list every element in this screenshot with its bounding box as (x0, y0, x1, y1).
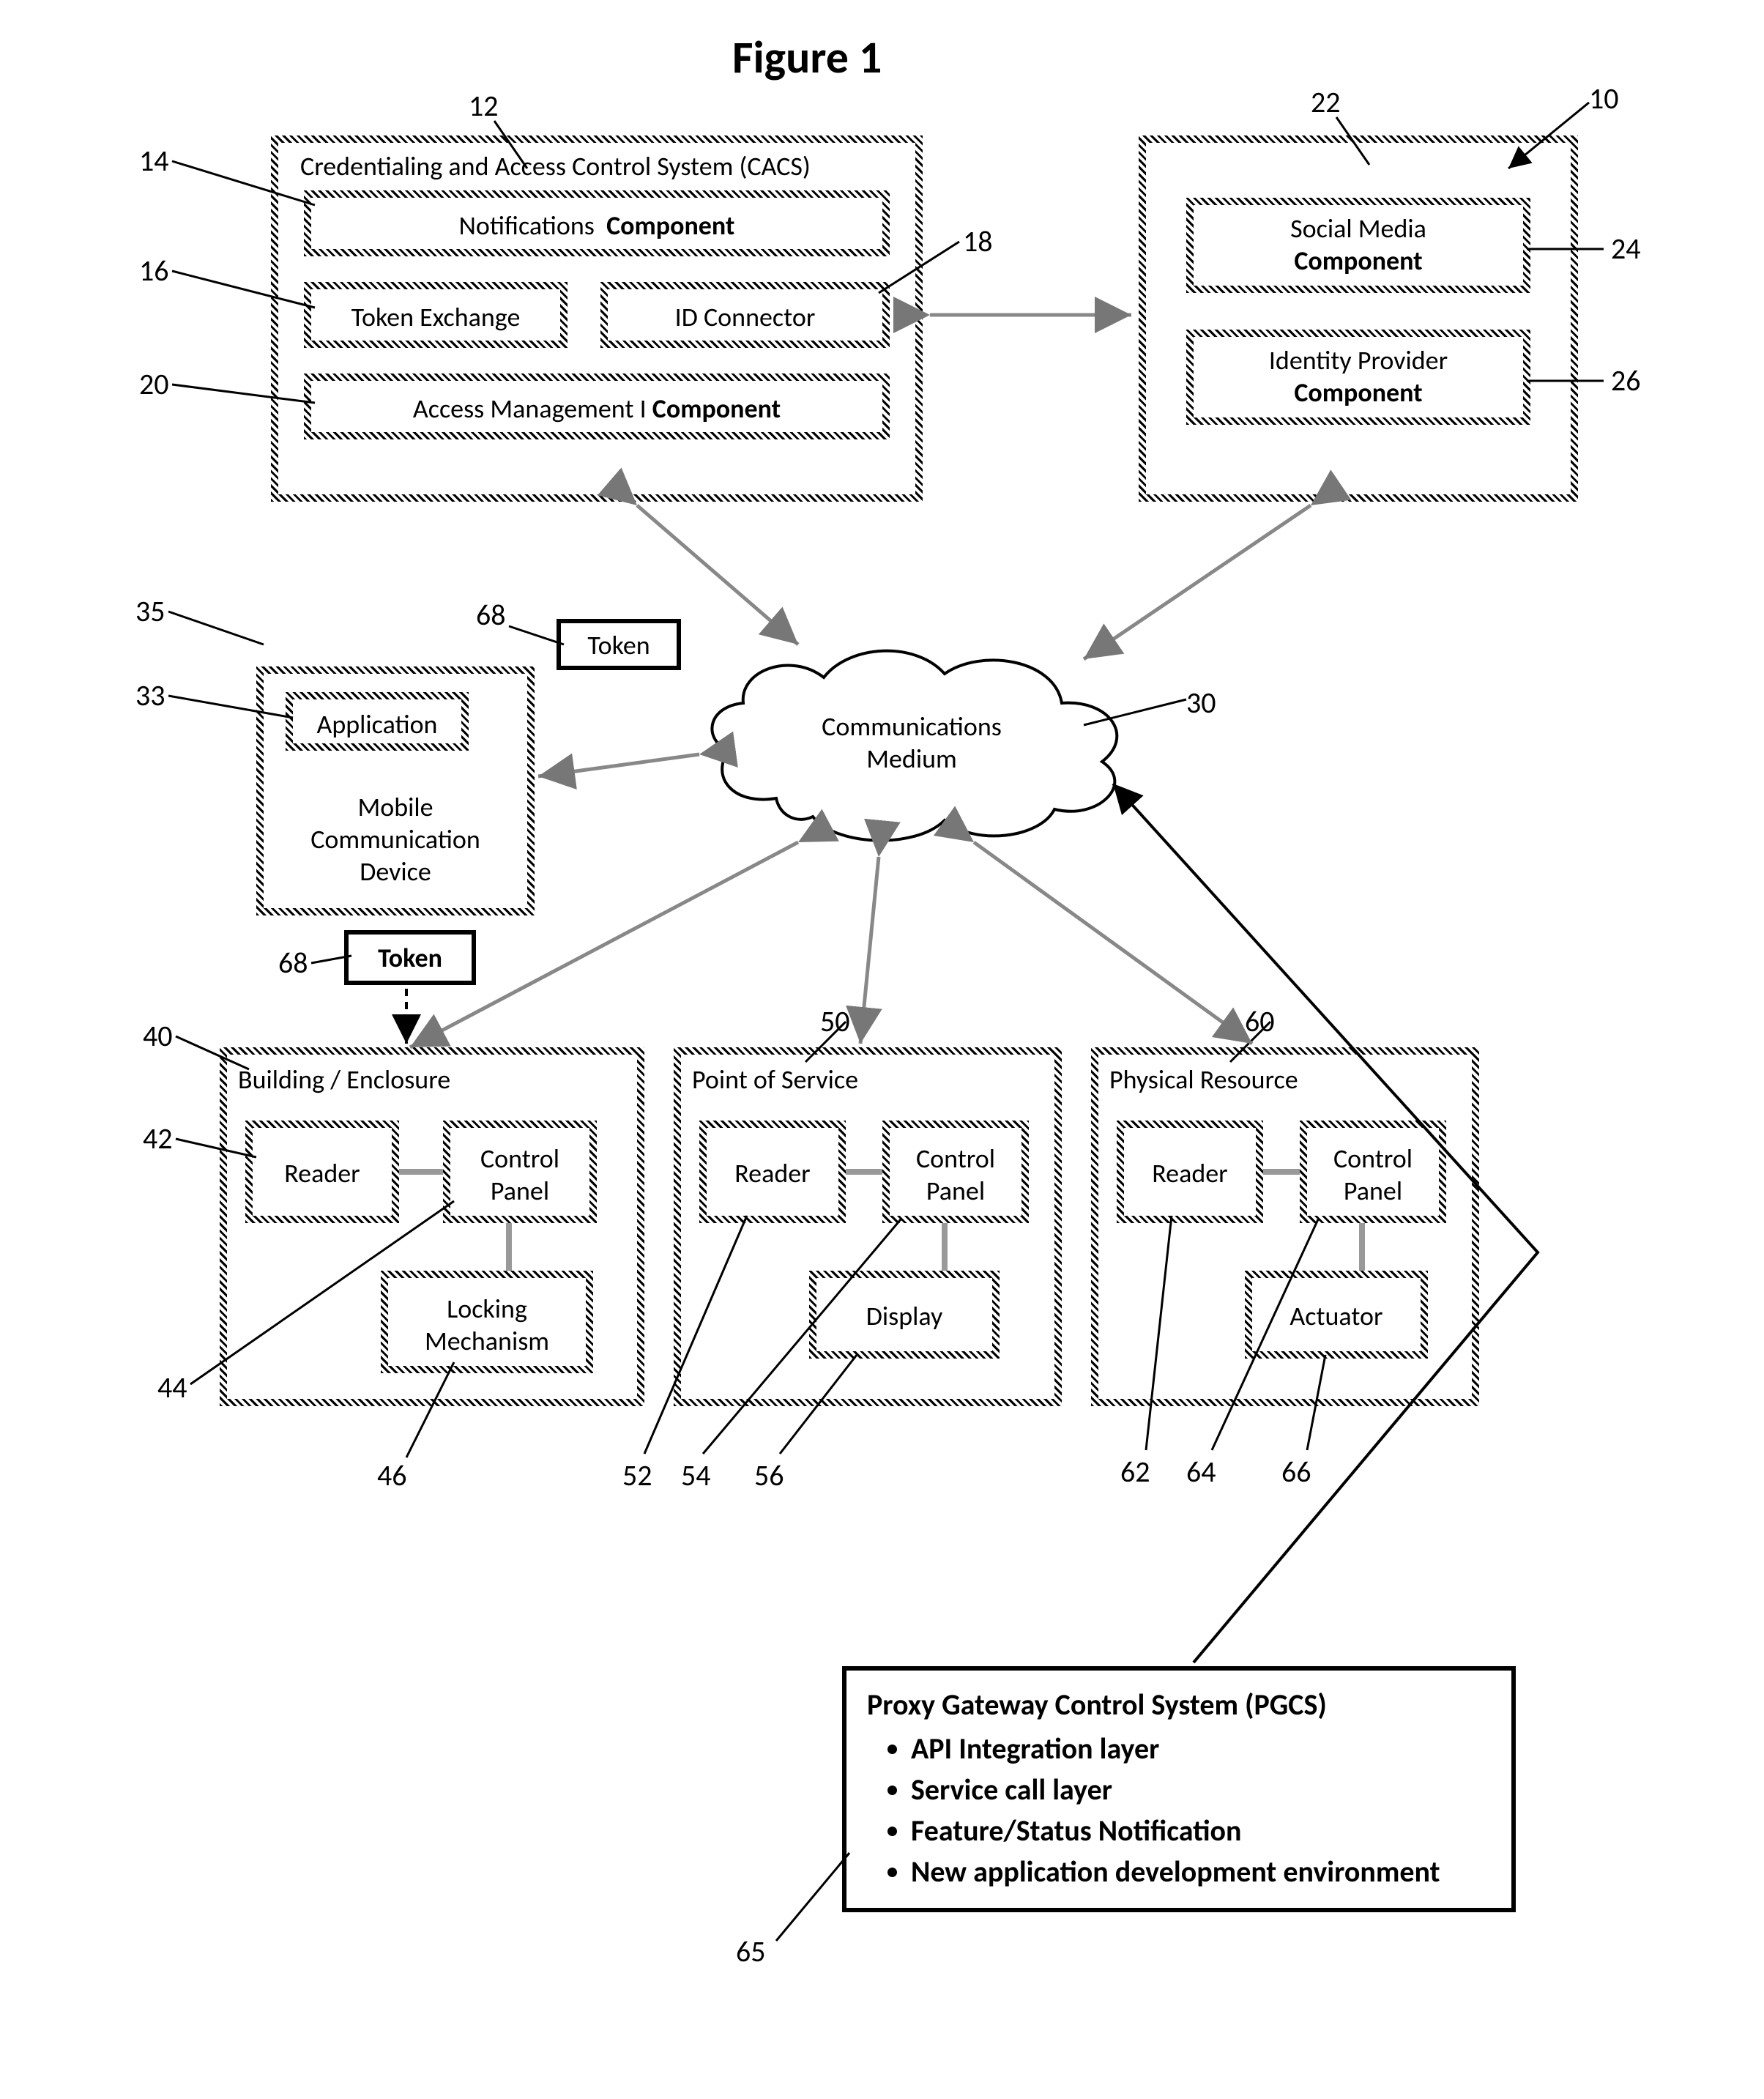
token-box-1: Token (557, 619, 681, 670)
cloud-label: Communications Medium (802, 710, 1021, 775)
phys-reader-box: Reader (1117, 1121, 1263, 1223)
phys-panel-label: Control Panel (1307, 1143, 1439, 1207)
notifications-label: Notifications (459, 209, 595, 242)
access-mgmt-label: Access Management I (413, 393, 647, 425)
ref-52: 52 (622, 1457, 652, 1493)
idp-box: Identity ProviderComponent (1186, 330, 1530, 425)
pgcs-title: Proxy Gateway Control System (PGCS) (867, 1685, 1491, 1725)
access-mgmt-component: Component (652, 393, 781, 425)
ref-20: 20 (139, 366, 169, 402)
notifications-component: Component (606, 209, 734, 242)
mobile-label: Mobile Communication Device (264, 791, 527, 888)
social-media-label: Social Media (1290, 212, 1426, 245)
ref-26: 26 (1611, 363, 1641, 398)
idp-component: Component (1294, 376, 1422, 409)
token-label-1: Token (561, 629, 677, 661)
building-lock-label: Locking Mechanism (388, 1293, 586, 1357)
phys-actuator-box: Actuator (1245, 1271, 1428, 1359)
ref-68b: 68 (278, 945, 308, 981)
cacs-title: Credentialing and Access Control System … (300, 150, 901, 182)
building-panel-box: Control Panel (443, 1121, 597, 1223)
ref-12: 12 (469, 88, 499, 124)
pgcs-item-3: Feature/Status Notification (911, 1811, 1491, 1851)
pgcs-box: Proxy Gateway Control System (PGCS) API … (842, 1666, 1516, 1912)
pos-panel-box: Control Panel (882, 1121, 1029, 1223)
building-title: Building / Enclosure (238, 1063, 633, 1096)
token-box-2: Token (344, 930, 476, 985)
external-container (1139, 135, 1578, 502)
application-box: Application (286, 692, 469, 751)
ref-16: 16 (139, 253, 169, 289)
ref-22: 22 (1311, 84, 1341, 120)
ref-35: 35 (135, 593, 165, 629)
ref-42: 42 (143, 1121, 173, 1156)
ref-44: 44 (157, 1370, 187, 1405)
ref-24: 24 (1611, 231, 1641, 267)
application-label: Application (293, 708, 461, 740)
access-mgmt-box: Access Management I Component (304, 374, 890, 439)
ref-33: 33 (135, 677, 165, 713)
figure-title: Figure 1 (732, 29, 882, 85)
building-reader-box: Reader (245, 1121, 399, 1223)
id-connector-label: ID Connector (608, 301, 882, 333)
ref-30: 30 (1186, 685, 1216, 721)
pgcs-item-1: API Integration layer (911, 1729, 1491, 1769)
pos-title: Point of Service (692, 1063, 1051, 1096)
pos-display-box: Display (809, 1271, 1000, 1359)
ref-60: 60 (1245, 1003, 1275, 1039)
ref-64: 64 (1186, 1454, 1216, 1490)
ref-46: 46 (377, 1457, 407, 1493)
phys-actuator-label: Actuator (1252, 1300, 1421, 1332)
ref-62: 62 (1120, 1454, 1150, 1490)
phys-reader-label: Reader (1124, 1157, 1256, 1189)
token-exchange-box: Token Exchange (304, 282, 567, 348)
building-lock-box: Locking Mechanism (381, 1271, 593, 1373)
pos-reader-label: Reader (707, 1157, 838, 1189)
id-connector-box: ID Connector (600, 282, 890, 348)
pos-display-label: Display (816, 1300, 992, 1332)
ref-66: 66 (1281, 1454, 1311, 1490)
phys-title: Physical Resource (1109, 1063, 1468, 1096)
ref-10: 10 (1589, 81, 1619, 116)
ref-54: 54 (681, 1457, 711, 1493)
building-panel-label: Control Panel (450, 1143, 589, 1207)
pgcs-item-4: New application development environment (911, 1852, 1491, 1892)
pgcs-item-2: Service call layer (911, 1770, 1491, 1810)
ref-50: 50 (820, 1003, 850, 1039)
notifications-box: Notifications Component (304, 190, 890, 256)
phys-panel-box: Control Panel (1300, 1121, 1446, 1223)
social-media-component: Component (1294, 245, 1422, 277)
token-exchange-label: Token Exchange (311, 301, 560, 333)
pos-reader-box: Reader (699, 1121, 846, 1223)
building-reader-label: Reader (253, 1157, 392, 1189)
token-label-2: Token (349, 942, 472, 974)
ref-68a: 68 (476, 597, 506, 633)
ref-40: 40 (143, 1018, 173, 1054)
social-media-box: Social MediaComponent (1186, 198, 1530, 293)
pos-panel-label: Control Panel (890, 1143, 1021, 1207)
idp-label: Identity Provider (1269, 344, 1448, 376)
ref-56: 56 (754, 1457, 784, 1493)
ref-18: 18 (963, 223, 993, 259)
ref-14: 14 (139, 143, 169, 179)
ref-65: 65 (736, 1933, 766, 1969)
